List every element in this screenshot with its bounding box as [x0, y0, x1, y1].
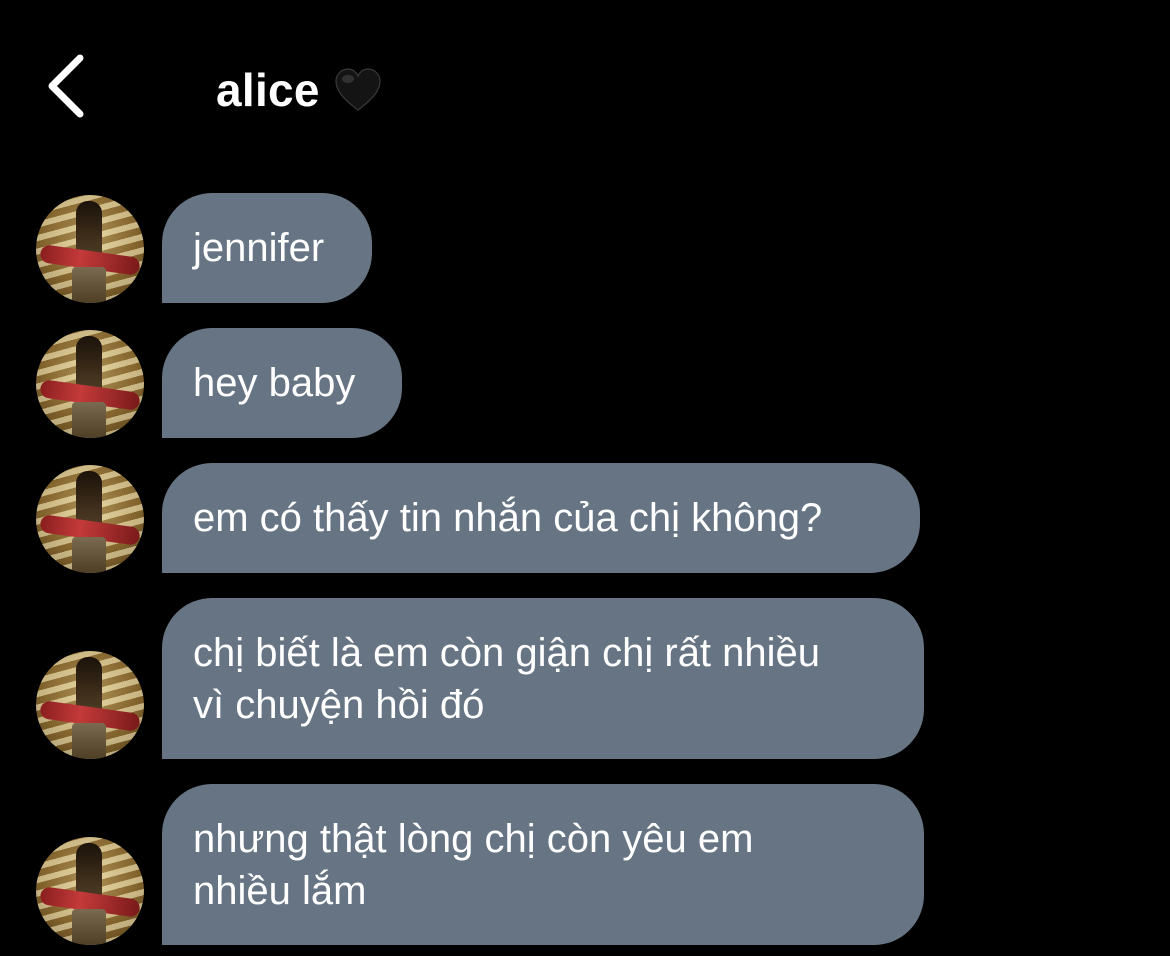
- message-bubble[interactable]: hey baby: [162, 328, 402, 438]
- message-bubble[interactable]: jennifer: [162, 193, 372, 303]
- message-text-line-1: chị biết là em còn giận chị rất nhiều: [193, 630, 821, 675]
- message-text: jennifer: [193, 226, 325, 270]
- message-text: em có thấy tin nhắn của chị không?: [193, 496, 823, 540]
- message-bubble[interactable]: em có thấy tin nhắn của chị không?: [162, 463, 920, 573]
- contact-avatar[interactable]: [36, 837, 144, 945]
- message-bubble[interactable]: chị biết là em còn giận chị rất nhiều vì…: [162, 598, 924, 759]
- message-text-line-2: nhiều lắm: [193, 868, 367, 913]
- contact-avatar[interactable]: [36, 330, 144, 438]
- message-text-line-1: nhưng thật lòng chị còn yêu em: [193, 816, 754, 861]
- contact-avatar[interactable]: [36, 651, 144, 759]
- contact-avatar[interactable]: [36, 465, 144, 573]
- contact-avatar[interactable]: [36, 195, 144, 303]
- message-thread[interactable]: jennifer hey baby em có thấy tin nhắn củ…: [0, 0, 1170, 956]
- message-bubble[interactable]: nhưng thật lòng chị còn yêu em nhiều lắm: [162, 784, 924, 945]
- message-text-line-2: vì chuyện hồi đó: [193, 682, 485, 727]
- message-text: hey baby: [193, 361, 356, 405]
